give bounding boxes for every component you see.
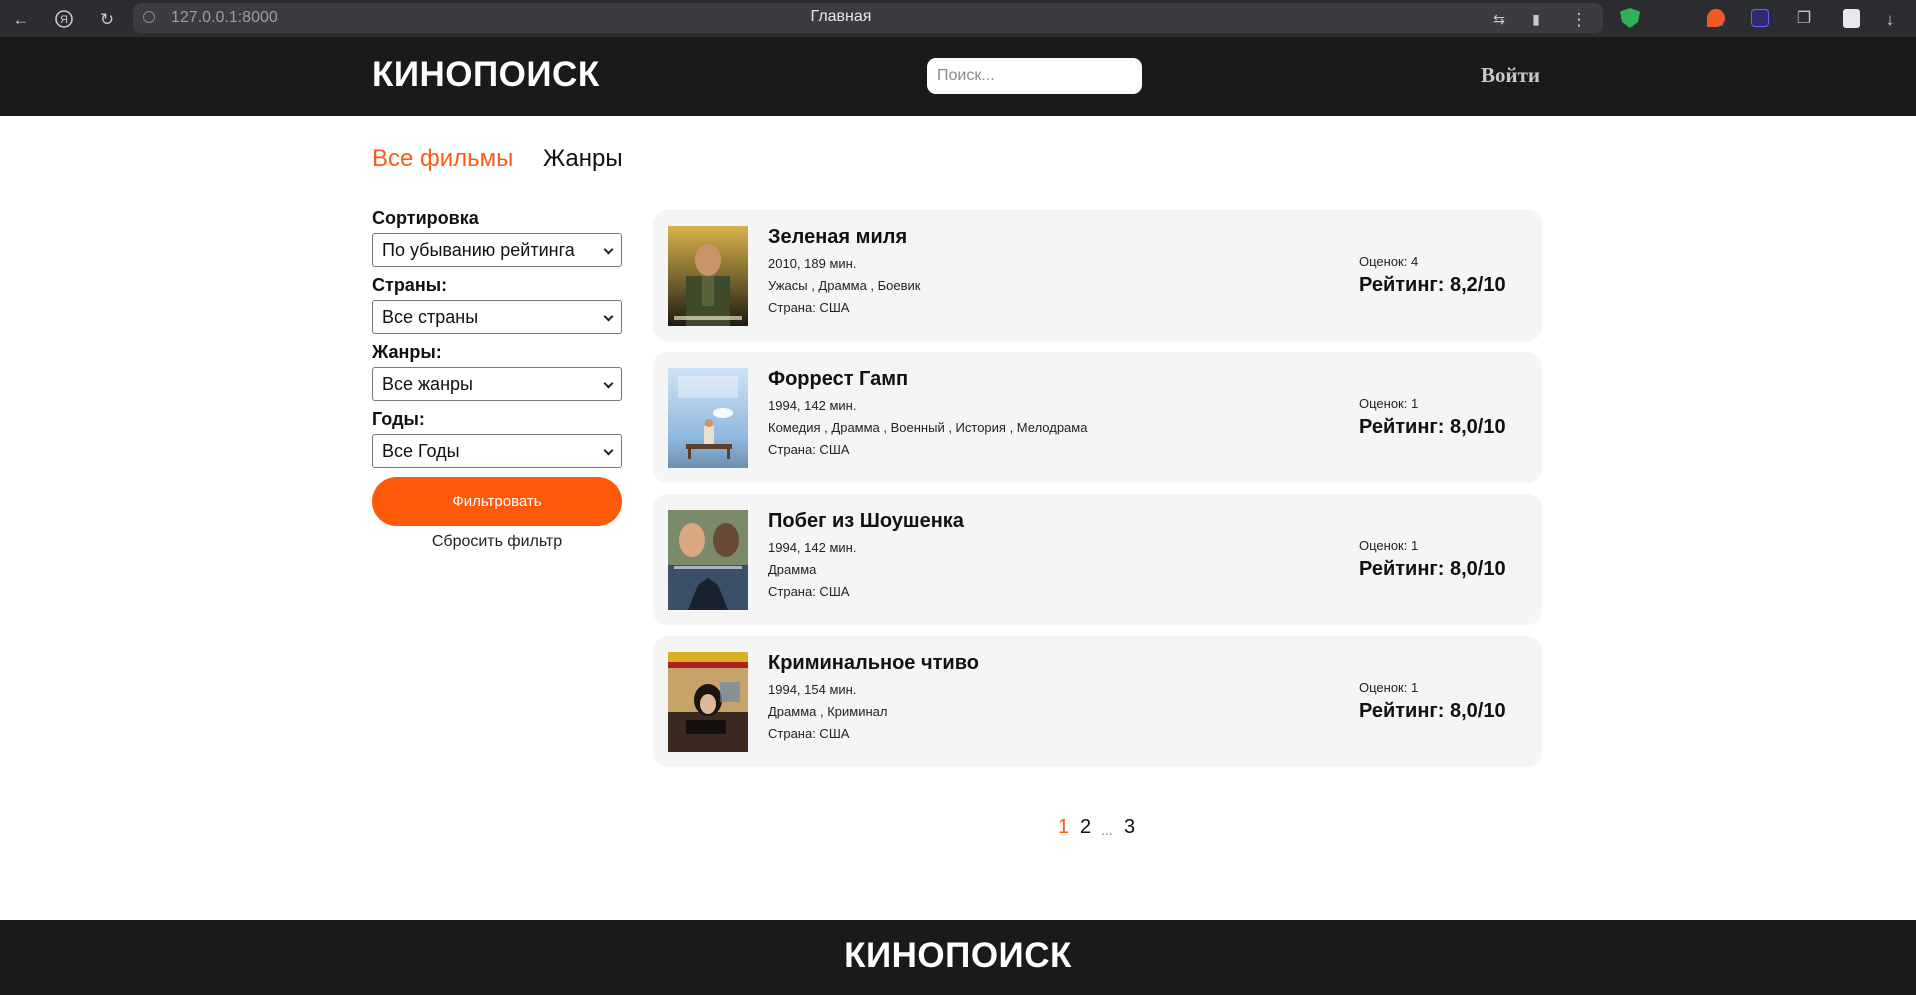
- years-select[interactable]: Все Годы: [372, 434, 622, 468]
- extension-square-icon[interactable]: [1751, 9, 1769, 27]
- download-icon[interactable]: ↓: [1877, 6, 1903, 32]
- movie-year-duration: 1994, 142 мин.: [768, 398, 857, 413]
- movie-rating: Рейтинг: 8,0/10: [1359, 700, 1506, 722]
- chevron-down-icon: [603, 445, 614, 456]
- sort-label: Сортировка: [372, 208, 479, 228]
- movie-votes: Оценок: 4: [1359, 254, 1419, 269]
- movie-genres: Драмма , Криминал: [768, 704, 888, 719]
- movie-title[interactable]: Зеленая миля: [768, 226, 907, 249]
- site-header: КИНОПОИСК Войти: [0, 37, 1916, 116]
- movie-card[interactable]: Форрест Гамп 1994, 142 мин. Комедия , Др…: [653, 352, 1542, 483]
- sort-select-value: По убыванию рейтинга: [382, 240, 575, 260]
- movie-card[interactable]: Побег из Шоушенка 1994, 142 мин. Драмма …: [653, 494, 1542, 625]
- movie-year-duration: 2010, 189 мин.: [768, 256, 857, 271]
- movie-votes: Оценок: 1: [1359, 680, 1419, 695]
- genres-label: Жанры:: [372, 342, 442, 362]
- countries-select[interactable]: Все страны: [372, 300, 622, 334]
- movie-rating: Рейтинг: 8,2/10: [1359, 274, 1506, 296]
- countries-label: Страны:: [372, 275, 448, 295]
- site-logo[interactable]: КИНОПОИСК: [372, 55, 600, 95]
- footer-logo[interactable]: КИНОПОИСК: [0, 936, 1916, 976]
- search-input[interactable]: [927, 58, 1142, 94]
- countries-select-value: Все страны: [382, 307, 479, 327]
- movie-country: Страна: США: [768, 726, 850, 741]
- movie-card[interactable]: Криминальное чтиво 1994, 154 мин. Драмма…: [653, 636, 1542, 767]
- movie-poster[interactable]: [668, 368, 748, 468]
- site-footer: КИНОПОИСК: [0, 920, 1916, 995]
- reset-filter-link[interactable]: Сбросить фильтр: [372, 533, 622, 551]
- movie-poster[interactable]: [668, 226, 748, 326]
- movie-genres: Ужасы , Драмма , Боевик: [768, 278, 921, 293]
- years-select-value: Все Годы: [382, 441, 460, 461]
- movie-poster[interactable]: [668, 652, 748, 752]
- browser-toolbar: ← Я ↻ 127.0.0.1:8000 Главная ⇆ ▮ ⋮ ❐ ↓: [0, 0, 1916, 37]
- page-link[interactable]: 3: [1124, 816, 1135, 839]
- movie-votes: Оценок: 1: [1359, 538, 1419, 553]
- page-link[interactable]: 2: [1080, 816, 1091, 839]
- more-menu-icon[interactable]: ⋮: [1566, 6, 1592, 32]
- login-link[interactable]: Войти: [1481, 63, 1540, 88]
- profile-extension-icon[interactable]: [1843, 9, 1860, 28]
- translate-icon[interactable]: ⇆: [1486, 6, 1512, 32]
- movie-country: Страна: США: [768, 442, 850, 457]
- page-ellipsis: ...: [1101, 822, 1113, 838]
- movie-card[interactable]: Зеленая миля 2010, 189 мин. Ужасы , Драм…: [653, 210, 1542, 341]
- movie-country: Страна: США: [768, 300, 850, 315]
- page-link-current[interactable]: 1: [1058, 816, 1069, 839]
- years-label: Годы:: [372, 409, 425, 429]
- filter-button[interactable]: Фильтровать: [372, 477, 622, 526]
- tab-all-films[interactable]: Все фильмы: [372, 145, 513, 173]
- movie-year-duration: 1994, 154 мин.: [768, 682, 857, 697]
- chevron-down-icon: [603, 244, 614, 255]
- movie-country: Страна: США: [768, 584, 850, 599]
- movie-genres: Комедия , Драмма , Военный , История , М…: [768, 420, 1088, 435]
- genres-select[interactable]: Все жанры: [372, 367, 622, 401]
- tab-genres[interactable]: Жанры: [543, 145, 623, 173]
- movie-genres: Драмма: [768, 562, 817, 577]
- chevron-down-icon: [603, 311, 614, 322]
- bookmark-icon[interactable]: ▮: [1523, 6, 1549, 32]
- movie-title[interactable]: Криминальное чтиво: [768, 652, 979, 675]
- genres-select-value: Все жанры: [382, 374, 473, 394]
- movie-rating: Рейтинг: 8,0/10: [1359, 558, 1506, 580]
- movie-title[interactable]: Форрест Гамп: [768, 368, 908, 391]
- tab-title: Главная: [810, 8, 872, 25]
- movie-rating: Рейтинг: 8,0/10: [1359, 416, 1506, 438]
- movie-poster[interactable]: [668, 510, 748, 610]
- movie-year-duration: 1994, 142 мин.: [768, 540, 857, 555]
- collections-icon[interactable]: ❐: [1791, 6, 1817, 32]
- movie-list: Зеленая миля 2010, 189 мин. Ужасы , Драм…: [653, 210, 1542, 778]
- swift-extension-icon[interactable]: [1707, 9, 1725, 27]
- sort-select[interactable]: По убыванию рейтинга: [372, 233, 622, 267]
- chevron-down-icon: [603, 378, 614, 389]
- movie-title[interactable]: Побег из Шоушенка: [768, 510, 964, 533]
- movie-votes: Оценок: 1: [1359, 396, 1419, 411]
